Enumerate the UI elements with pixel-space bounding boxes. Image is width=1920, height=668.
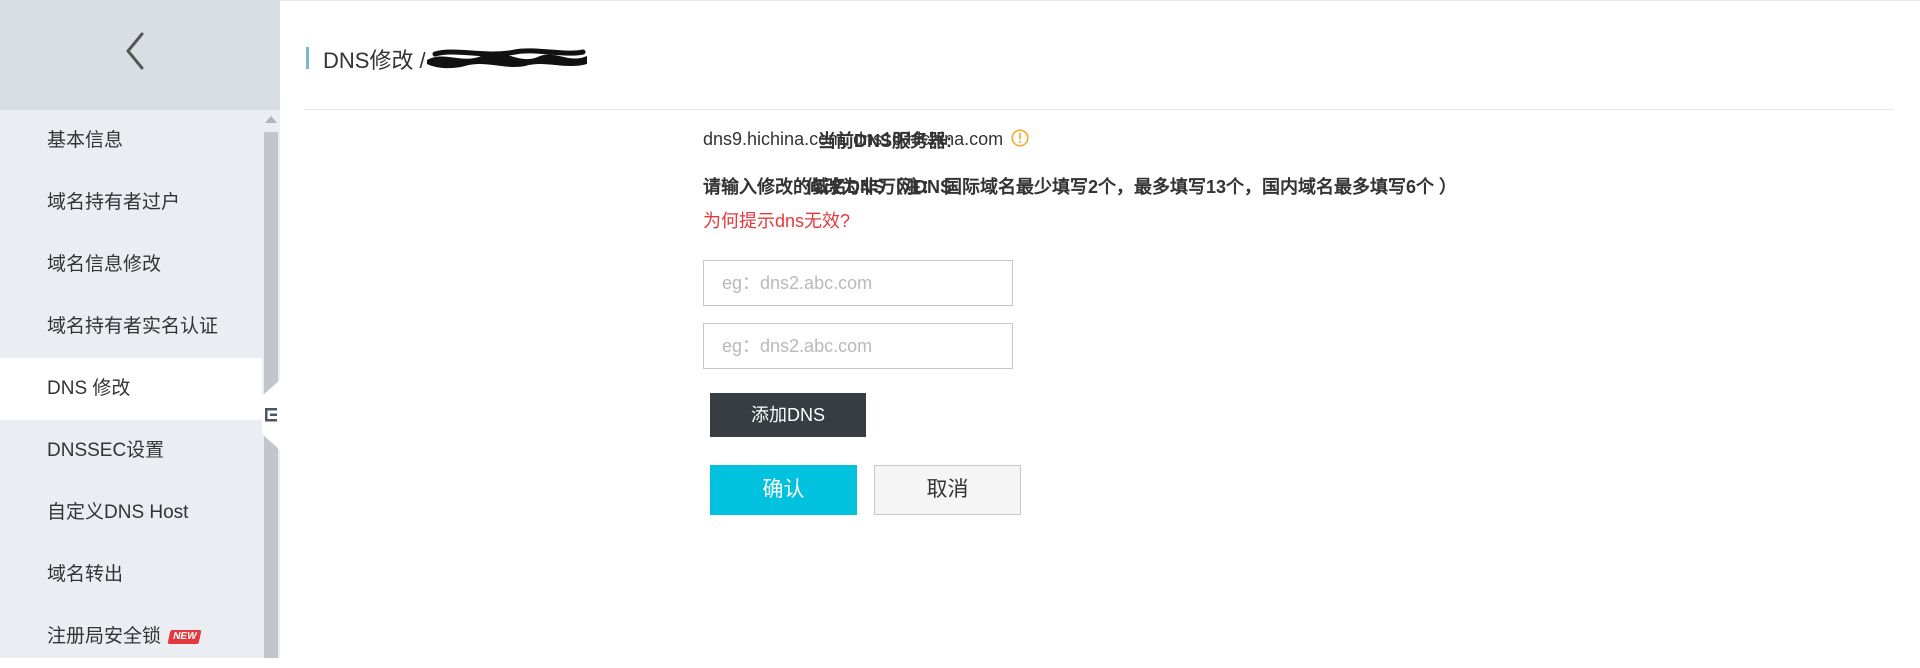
current-dns-value-row: dns9.hichina.com, dns10.hichina.com bbox=[703, 129, 1029, 150]
sidebar-nav: 基本信息 域名持有者过户 域名信息修改 域名持有者实名认证 DNS 修改 DNS… bbox=[0, 110, 262, 668]
chevron-left-icon[interactable] bbox=[122, 30, 148, 72]
sidebar-header bbox=[0, 0, 280, 110]
sidebar-item-label: 域名信息修改 bbox=[47, 254, 162, 275]
scroll-up-icon[interactable] bbox=[265, 116, 277, 123]
new-badge: NEW bbox=[167, 629, 202, 644]
redacted-domain-scribble bbox=[427, 48, 587, 69]
sidebar-item-label: 域名持有者过户 bbox=[47, 192, 181, 213]
sidebar-item-label: 自定义DNS Host bbox=[47, 502, 189, 523]
sidebar-item-basic-info[interactable]: 基本信息 bbox=[0, 110, 262, 172]
page-title: DNS修改 / bbox=[323, 48, 426, 73]
collapse-sidebar-icon[interactable] bbox=[262, 380, 280, 450]
sidebar: 基本信息 域名持有者过户 域名信息修改 域名持有者实名认证 DNS 修改 DNS… bbox=[0, 0, 280, 658]
sidebar-item-label: 域名持有者实名认证 bbox=[47, 316, 219, 337]
dns-instruction: 请输入修改的域名DNS（注： 国际域名最少填写2个，最多填写13个，国内域名最多… bbox=[703, 177, 1458, 197]
sidebar-item-dns-modify[interactable]: DNS 修改 bbox=[0, 358, 262, 420]
sidebar-item-domain-transfer-out[interactable]: 域名转出 bbox=[0, 544, 262, 606]
sidebar-item-label: DNSSEC设置 bbox=[47, 440, 165, 461]
dns-input-2[interactable] bbox=[703, 323, 1013, 369]
add-dns-button[interactable]: 添加DNS bbox=[710, 393, 866, 437]
sidebar-item-label: 基本信息 bbox=[47, 130, 124, 151]
sidebar-item-info-modify[interactable]: 域名信息修改 bbox=[0, 234, 262, 296]
dns-input-1[interactable] bbox=[703, 260, 1013, 306]
title-accent-bar bbox=[306, 47, 309, 69]
sidebar-item-label: 域名转出 bbox=[47, 564, 124, 585]
confirm-button[interactable]: 确认 bbox=[710, 465, 857, 515]
sidebar-item-label: 注册局安全锁 bbox=[47, 626, 162, 647]
sidebar-item-owner-transfer[interactable]: 域名持有者过户 bbox=[0, 172, 262, 234]
sidebar-item-dnssec[interactable]: DNSSEC设置 bbox=[0, 420, 262, 482]
sidebar-item-registry-lock[interactable]: 注册局安全锁 NEW bbox=[0, 606, 262, 668]
dns-invalid-help-link[interactable]: 为何提示dns无效? bbox=[703, 207, 850, 233]
sidebar-item-custom-dns-host[interactable]: 自定义DNS Host bbox=[0, 482, 262, 544]
main-content: DNS修改 / 当前DNS服务器: dns9.hichina.com, dns1… bbox=[280, 0, 1920, 658]
warning-icon[interactable] bbox=[1011, 129, 1029, 147]
sidebar-item-realname-auth[interactable]: 域名持有者实名认证 bbox=[0, 296, 262, 358]
sidebar-item-label: DNS 修改 bbox=[47, 378, 131, 399]
cancel-button[interactable]: 取消 bbox=[874, 465, 1021, 515]
header-divider bbox=[304, 109, 1894, 110]
current-dns-value: dns9.hichina.com, dns10.hichina.com bbox=[703, 129, 1004, 149]
